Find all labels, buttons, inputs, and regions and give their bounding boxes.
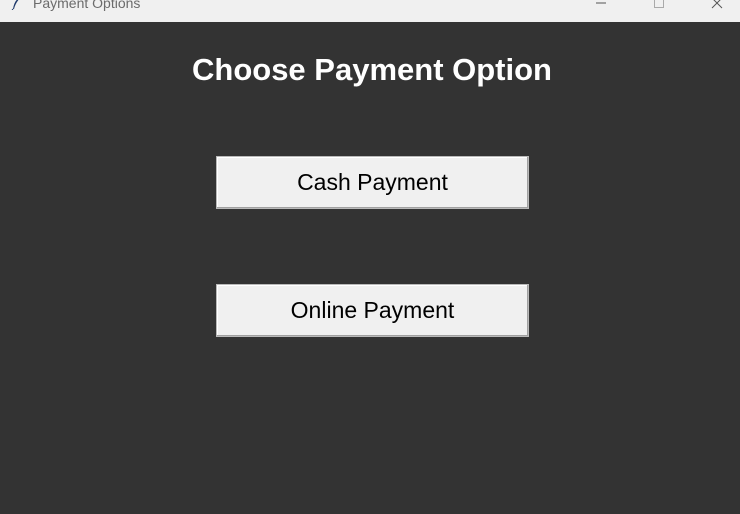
online-payment-button[interactable]: Online Payment <box>216 284 529 337</box>
page-title: Choose Payment Option <box>192 52 552 87</box>
close-icon <box>711 0 723 9</box>
title-bar[interactable]: Payment Options <box>0 0 740 22</box>
maximize-icon <box>653 0 665 9</box>
window-title: Payment Options <box>33 0 141 11</box>
app-window: Payment Options Choose Payment Option Ca… <box>0 0 740 514</box>
maximize-button[interactable] <box>636 0 682 14</box>
cash-payment-button[interactable]: Cash Payment <box>216 156 529 209</box>
feather-icon <box>10 0 24 11</box>
main-content: Choose Payment Option Cash Payment Onlin… <box>0 22 740 514</box>
minimize-button[interactable] <box>578 0 624 14</box>
close-button[interactable] <box>694 0 740 14</box>
minimize-icon <box>595 0 607 9</box>
